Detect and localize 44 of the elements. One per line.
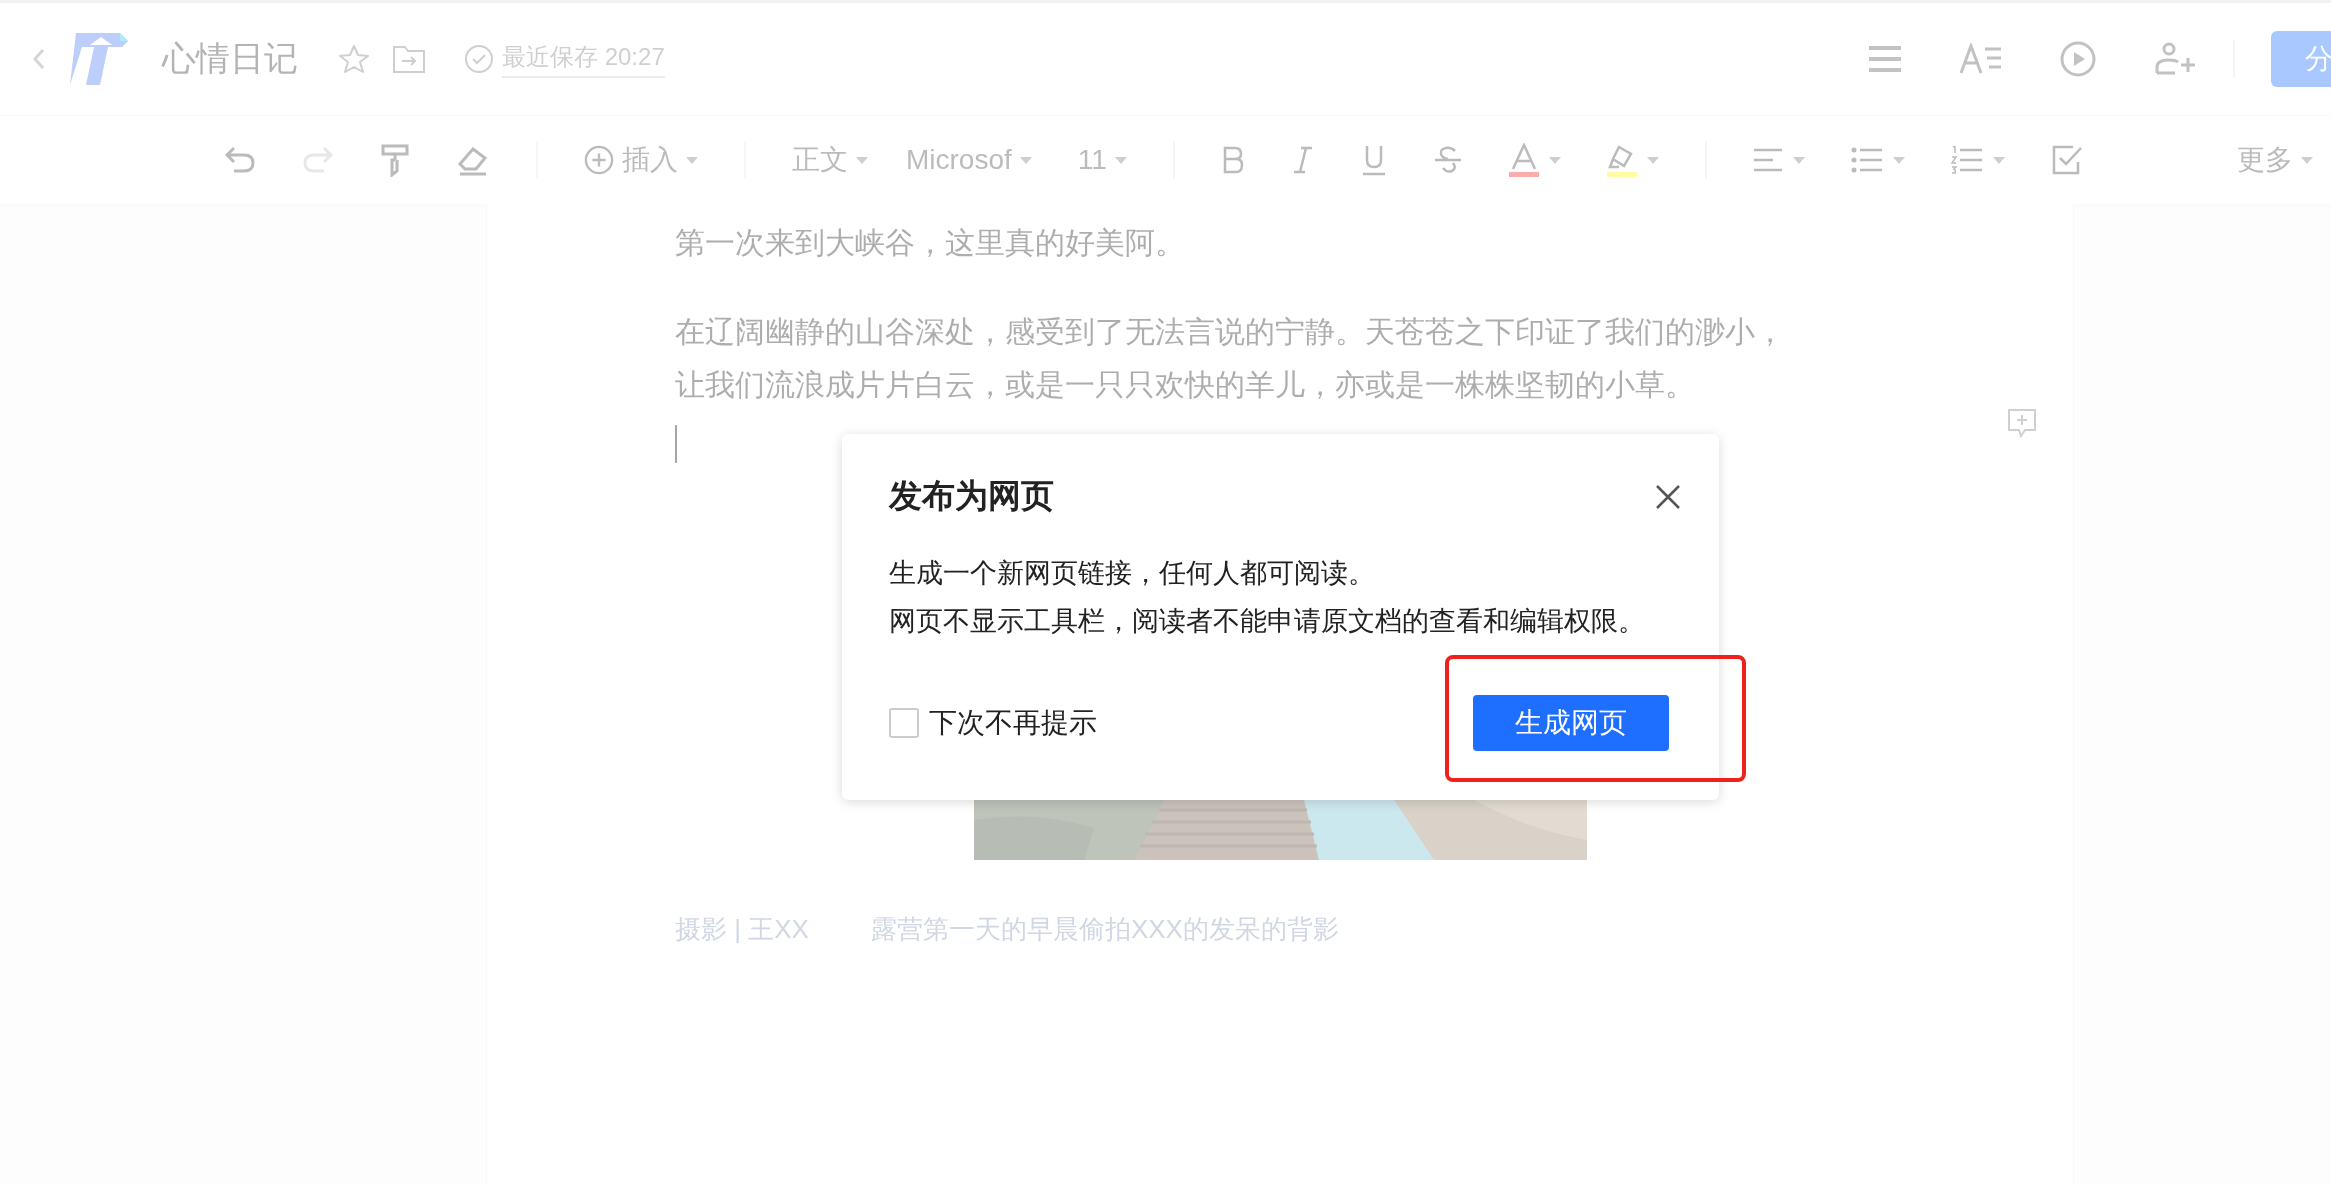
close-icon[interactable]	[1655, 483, 1681, 510]
checkbox-label[interactable]: 下次不再提示	[929, 704, 1097, 742]
play-icon[interactable]	[2059, 40, 2097, 78]
dialog-title: 发布为网页	[889, 476, 1054, 516]
caret-icon	[1114, 156, 1127, 164]
font-dropdown[interactable]: Microsof	[906, 144, 1032, 176]
caret-icon	[1019, 156, 1032, 164]
star-icon[interactable]	[338, 43, 370, 75]
paragraph-text: 在辽阔幽静的山谷深处，感受到了无法言说的宁静。天苍苍之下印证了我们的渺小，	[675, 314, 1786, 350]
caret-icon	[2301, 156, 2313, 164]
text-cursor	[675, 425, 677, 463]
folder-move-icon[interactable]	[392, 44, 426, 74]
highlight-dropdown[interactable]	[1606, 143, 1659, 177]
menu-icon[interactable]	[1867, 44, 1903, 74]
text-format-icon[interactable]	[1959, 43, 2003, 75]
back-icon[interactable]	[32, 47, 46, 71]
paragraph-text: 让我们流浪成片片白云，或是一只只欢快的羊儿，亦或是一株株坚韧的小草。	[675, 367, 1696, 403]
logo-icon	[68, 31, 128, 87]
format-painter-icon[interactable]	[380, 143, 410, 177]
more-button[interactable]: 更多	[2237, 141, 2313, 179]
align-dropdown[interactable]	[1752, 147, 1805, 173]
generate-page-button[interactable]: 生成网页	[1473, 695, 1669, 751]
undo-icon[interactable]	[224, 146, 256, 174]
font-color-dropdown[interactable]	[1508, 143, 1561, 177]
font-size-dropdown[interactable]: 11	[1077, 144, 1127, 176]
numbered-list-dropdown[interactable]	[1950, 146, 2005, 174]
paragraph-text: 第一次来到大峡谷，这里真的好美阿。	[675, 225, 1186, 261]
eraser-icon[interactable]	[456, 144, 490, 176]
bullet-list-dropdown[interactable]	[1850, 147, 1905, 173]
dialog-text: 网页不显示工具栏，阅读者不能申请原文档的查看和编辑权限。	[889, 605, 1646, 638]
dialog-text: 生成一个新网页链接，任何人都可阅读。	[889, 557, 1376, 590]
add-user-icon[interactable]	[2153, 41, 2197, 77]
add-comment-icon[interactable]	[2007, 408, 2037, 438]
strikethrough-icon[interactable]	[1432, 145, 1463, 175]
insert-button[interactable]: 插入	[584, 141, 698, 179]
document-title[interactable]: 心情日记	[162, 36, 298, 82]
paragraph-style-dropdown[interactable]: 正文	[792, 141, 868, 179]
caret-icon	[856, 156, 868, 164]
add-circle-icon	[584, 145, 614, 175]
underline-icon[interactable]	[1360, 144, 1387, 176]
caret-icon	[686, 156, 698, 164]
task-checkbox-icon[interactable]	[2050, 144, 2083, 176]
checkbox[interactable]	[889, 708, 919, 738]
saved-check-icon	[464, 44, 494, 74]
